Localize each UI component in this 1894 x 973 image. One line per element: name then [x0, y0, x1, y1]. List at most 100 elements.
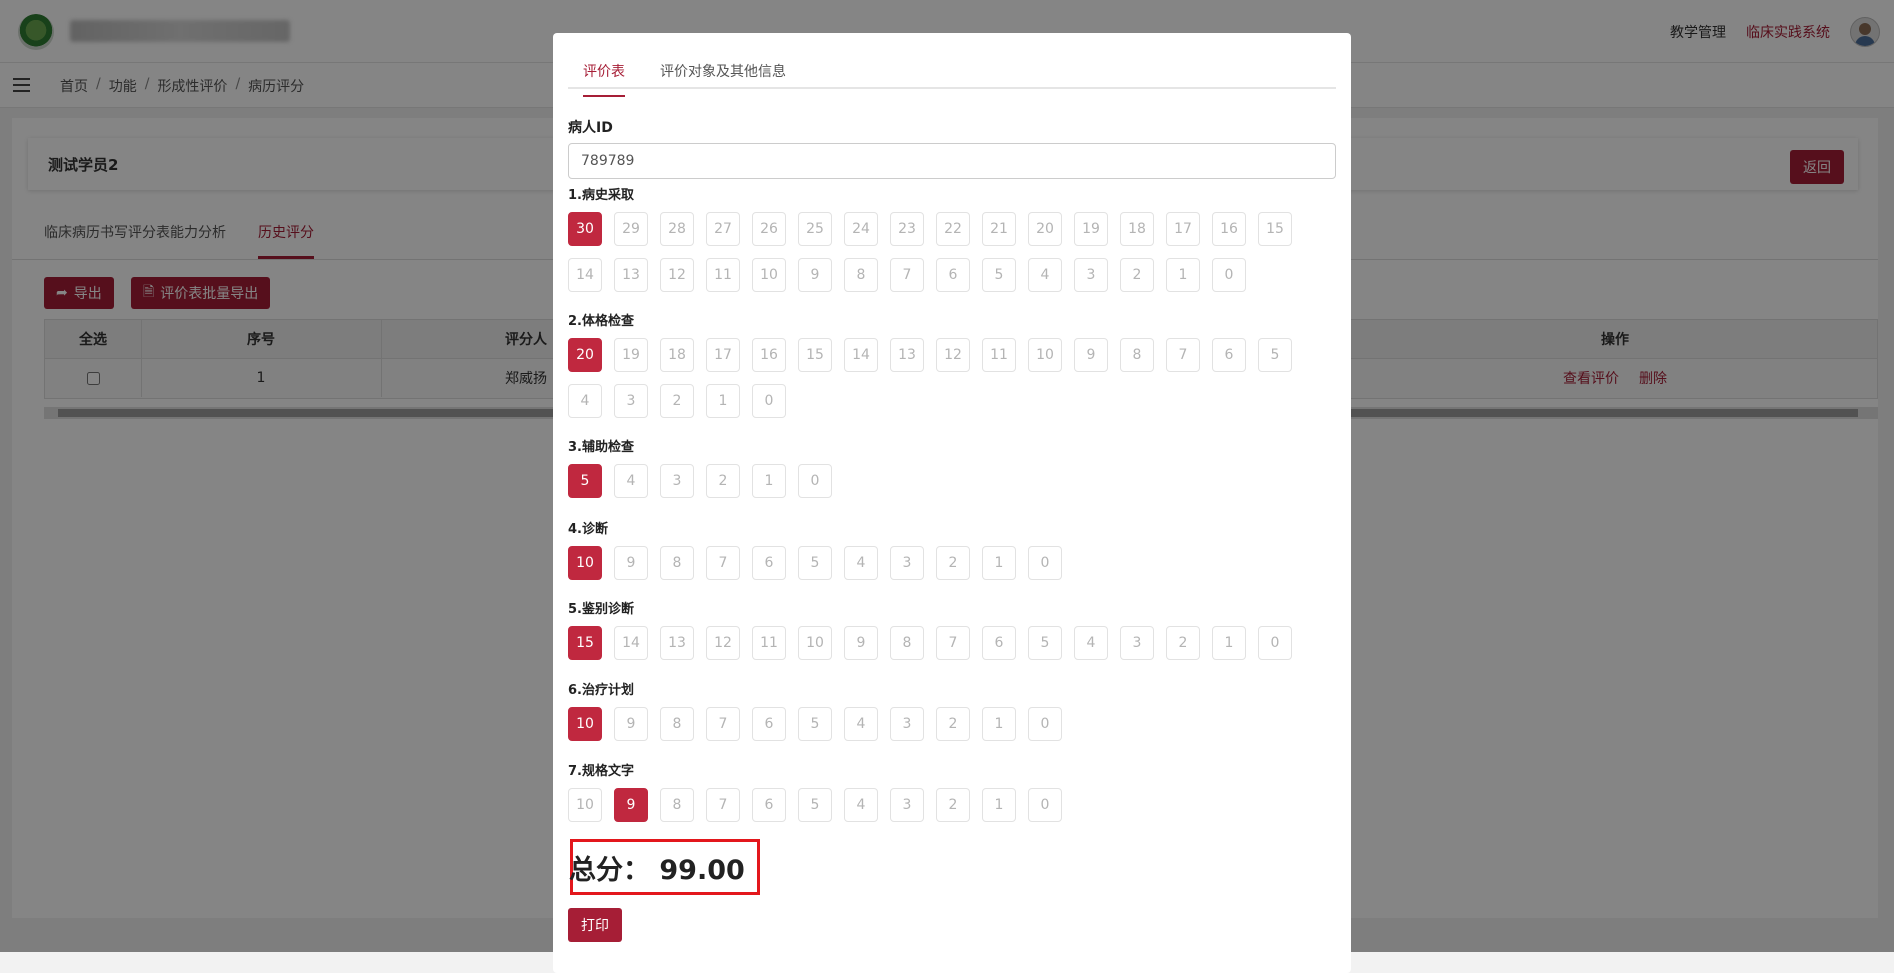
score-option[interactable]: 4: [568, 384, 602, 418]
score-option[interactable]: 6: [982, 626, 1016, 660]
score-option[interactable]: 1: [706, 384, 740, 418]
score-option[interactable]: 1: [1212, 626, 1246, 660]
score-option[interactable]: 0: [1212, 258, 1246, 292]
score-option[interactable]: 2: [936, 788, 970, 822]
score-option[interactable]: 22: [936, 212, 970, 246]
score-option[interactable]: 0: [798, 464, 832, 498]
score-option[interactable]: 4: [614, 464, 648, 498]
score-option[interactable]: 20: [568, 338, 602, 372]
score-option[interactable]: 18: [660, 338, 694, 372]
score-option[interactable]: 16: [1212, 212, 1246, 246]
score-option[interactable]: 5: [798, 788, 832, 822]
score-option[interactable]: 6: [1212, 338, 1246, 372]
score-option[interactable]: 14: [614, 626, 648, 660]
score-option[interactable]: 7: [706, 546, 740, 580]
score-option[interactable]: 9: [798, 258, 832, 292]
score-option[interactable]: 5: [1258, 338, 1292, 372]
score-option[interactable]: 0: [1028, 788, 1062, 822]
score-option[interactable]: 13: [890, 338, 924, 372]
score-option[interactable]: 5: [982, 258, 1016, 292]
score-option[interactable]: 16: [752, 338, 786, 372]
score-option[interactable]: 20: [1028, 212, 1062, 246]
score-option[interactable]: 0: [1028, 546, 1062, 580]
score-option[interactable]: 8: [660, 707, 694, 741]
score-option[interactable]: 9: [614, 546, 648, 580]
score-option[interactable]: 10: [752, 258, 786, 292]
score-option[interactable]: 24: [844, 212, 878, 246]
score-option[interactable]: 9: [1074, 338, 1108, 372]
score-option[interactable]: 19: [614, 338, 648, 372]
score-option[interactable]: 6: [936, 258, 970, 292]
score-option[interactable]: 3: [890, 707, 924, 741]
score-option[interactable]: 4: [844, 546, 878, 580]
score-option[interactable]: 19: [1074, 212, 1108, 246]
score-option[interactable]: 7: [890, 258, 924, 292]
score-option[interactable]: 12: [936, 338, 970, 372]
score-option[interactable]: 8: [660, 788, 694, 822]
score-option[interactable]: 0: [1258, 626, 1292, 660]
score-option[interactable]: 4: [1074, 626, 1108, 660]
score-option[interactable]: 2: [936, 707, 970, 741]
score-option[interactable]: 4: [844, 788, 878, 822]
score-option[interactable]: 2: [706, 464, 740, 498]
score-option[interactable]: 1: [982, 546, 1016, 580]
score-option[interactable]: 15: [568, 626, 602, 660]
score-option[interactable]: 12: [706, 626, 740, 660]
score-option[interactable]: 9: [844, 626, 878, 660]
score-option[interactable]: 8: [844, 258, 878, 292]
score-option[interactable]: 3: [660, 464, 694, 498]
score-option[interactable]: 10: [1028, 338, 1062, 372]
score-option[interactable]: 1: [1166, 258, 1200, 292]
score-option[interactable]: 8: [660, 546, 694, 580]
score-option[interactable]: 10: [568, 788, 602, 822]
score-option[interactable]: 10: [568, 707, 602, 741]
score-option[interactable]: 14: [844, 338, 878, 372]
tab-evaluation-form[interactable]: 评价表: [583, 61, 625, 97]
score-option[interactable]: 26: [752, 212, 786, 246]
score-option[interactable]: 2: [936, 546, 970, 580]
score-option[interactable]: 5: [798, 546, 832, 580]
score-option[interactable]: 1: [982, 788, 1016, 822]
score-option[interactable]: 3: [1120, 626, 1154, 660]
score-option[interactable]: 8: [1120, 338, 1154, 372]
score-option[interactable]: 4: [1028, 258, 1062, 292]
score-option[interactable]: 10: [798, 626, 832, 660]
score-option[interactable]: 1: [752, 464, 786, 498]
score-option[interactable]: 11: [706, 258, 740, 292]
score-option[interactable]: 28: [660, 212, 694, 246]
score-option[interactable]: 9: [614, 707, 648, 741]
score-option[interactable]: 4: [844, 707, 878, 741]
score-option[interactable]: 14: [568, 258, 602, 292]
score-option[interactable]: 29: [614, 212, 648, 246]
score-option[interactable]: 6: [752, 788, 786, 822]
score-option[interactable]: 7: [936, 626, 970, 660]
score-option[interactable]: 7: [1166, 338, 1200, 372]
score-option[interactable]: 1: [982, 707, 1016, 741]
score-option[interactable]: 2: [660, 384, 694, 418]
score-option[interactable]: 13: [660, 626, 694, 660]
score-option[interactable]: 5: [798, 707, 832, 741]
score-option[interactable]: 27: [706, 212, 740, 246]
score-option[interactable]: 2: [1166, 626, 1200, 660]
score-option[interactable]: 0: [1028, 707, 1062, 741]
score-option[interactable]: 25: [798, 212, 832, 246]
score-option[interactable]: 13: [614, 258, 648, 292]
score-option[interactable]: 12: [660, 258, 694, 292]
score-option[interactable]: 3: [890, 546, 924, 580]
patient-id-input[interactable]: [568, 143, 1336, 179]
score-option[interactable]: 15: [798, 338, 832, 372]
score-option[interactable]: 6: [752, 707, 786, 741]
score-option[interactable]: 23: [890, 212, 924, 246]
score-option[interactable]: 7: [706, 707, 740, 741]
score-option[interactable]: 3: [1074, 258, 1108, 292]
score-option[interactable]: 8: [890, 626, 924, 660]
score-option[interactable]: 21: [982, 212, 1016, 246]
score-option[interactable]: 2: [1120, 258, 1154, 292]
score-option[interactable]: 0: [752, 384, 786, 418]
score-option[interactable]: 10: [568, 546, 602, 580]
score-option[interactable]: 9: [614, 788, 648, 822]
score-option[interactable]: 15: [1258, 212, 1292, 246]
score-option[interactable]: 11: [982, 338, 1016, 372]
score-option[interactable]: 17: [706, 338, 740, 372]
score-option[interactable]: 17: [1166, 212, 1200, 246]
